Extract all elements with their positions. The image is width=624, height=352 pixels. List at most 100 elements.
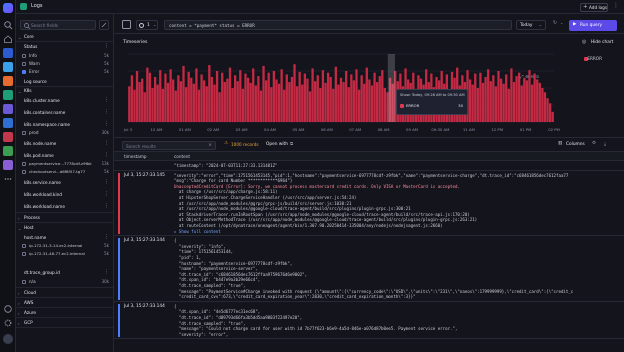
- chart-bar[interactable]: [156, 84, 159, 122]
- host-1-checkbox[interactable]: [22, 244, 26, 248]
- chart-bar[interactable]: [130, 75, 134, 122]
- chart-bar[interactable]: [347, 87, 350, 122]
- chart-bar[interactable]: [507, 88, 510, 122]
- facet-menu-icon[interactable]: ⋮: [104, 179, 109, 185]
- chart-bar[interactable]: [161, 88, 164, 122]
- chart-bar[interactable]: [497, 71, 500, 122]
- chart-bar[interactable]: [329, 76, 332, 122]
- namespace-prod-checkbox[interactable]: [22, 131, 26, 135]
- facet-k8s-namespace-name[interactable]: k8s.namespace.name: [24, 122, 70, 127]
- chart-bar[interactable]: [518, 72, 521, 122]
- chart-bar[interactable]: [319, 88, 322, 122]
- chart-bar[interactable]: [295, 86, 299, 122]
- chart-bar[interactable]: [494, 86, 498, 122]
- search-icon[interactable]: [3, 20, 13, 30]
- chart-bar[interactable]: [254, 85, 257, 122]
- chart-bar[interactable]: [252, 68, 255, 122]
- chart-bar[interactable]: [195, 68, 198, 122]
- chart-bar[interactable]: [502, 83, 505, 122]
- chart-bar[interactable]: [231, 88, 234, 122]
- chart-bar[interactable]: [311, 68, 314, 122]
- facet-menu-icon[interactable]: ⋮: [104, 109, 109, 115]
- chart-bar[interactable]: [272, 71, 276, 122]
- chart-bar[interactable]: [285, 74, 288, 122]
- chart-bar[interactable]: [179, 81, 183, 122]
- chart-bar[interactable]: [492, 75, 495, 122]
- chart-bar[interactable]: [530, 84, 534, 122]
- chart-bar[interactable]: [357, 89, 361, 122]
- edit-fields-icon[interactable]: [99, 20, 109, 30]
- chart-bar[interactable]: [177, 75, 180, 122]
- more-options-icon[interactable]: ⋮: [613, 2, 619, 9]
- facet-k8s-pod-name[interactable]: k8s.pod.name: [24, 153, 54, 158]
- facet-group-aws[interactable]: AWS: [24, 300, 33, 305]
- chart-bar[interactable]: [301, 84, 304, 122]
- search-fields-input[interactable]: Search fields: [20, 20, 96, 30]
- chart-bar[interactable]: [476, 88, 479, 122]
- chart-bar[interactable]: [200, 74, 203, 122]
- chart-bar[interactable]: [512, 82, 516, 122]
- problems-icon[interactable]: [3, 132, 13, 142]
- chart-bar[interactable]: [239, 70, 242, 122]
- columns-icon[interactable]: ▥: [558, 141, 562, 146]
- chart-bar[interactable]: [128, 86, 131, 122]
- chart-bar[interactable]: [215, 71, 219, 122]
- chart-bar[interactable]: [523, 77, 526, 122]
- facet-group-gcp[interactable]: GCP: [24, 320, 33, 325]
- chart-bar[interactable]: [267, 72, 270, 122]
- chart-bar[interactable]: [264, 80, 268, 122]
- chevron-right-icon[interactable]: ›: [18, 301, 20, 306]
- chart-bar[interactable]: [190, 77, 193, 122]
- chart-bar[interactable]: [345, 71, 348, 122]
- facet-menu-icon[interactable]: ⋮: [104, 152, 109, 158]
- logs-app-icon[interactable]: [3, 90, 13, 100]
- chart-bar[interactable]: [192, 83, 195, 122]
- chart-bar[interactable]: [481, 82, 485, 122]
- hide-chart-button[interactable]: ◎ Hide chart: [582, 39, 616, 47]
- chart-bar[interactable]: [543, 92, 547, 122]
- facet-menu-icon[interactable]: ⋮: [104, 203, 109, 209]
- sidebar-toggle-icon[interactable]: [122, 20, 131, 29]
- settings-icon[interactable]: [3, 318, 13, 328]
- chart-bar[interactable]: [223, 82, 226, 122]
- chart-bar[interactable]: [306, 78, 309, 122]
- chart-bar[interactable]: [365, 67, 368, 122]
- query-input[interactable]: content = *payment* status = ERROR: [164, 20, 512, 30]
- chart-bar[interactable]: [505, 74, 508, 122]
- chart-bar[interactable]: [138, 82, 141, 122]
- chart-bar[interactable]: [141, 78, 144, 122]
- chart-bar[interactable]: [135, 71, 139, 122]
- workflows-icon[interactable]: [3, 160, 13, 170]
- chart-bar[interactable]: [169, 69, 172, 122]
- chart-bar[interactable]: [174, 90, 177, 122]
- facet-k8s-cluster-name[interactable]: k8s.cluster.name: [24, 98, 60, 103]
- chart-bar[interactable]: [221, 72, 224, 122]
- log-row[interactable]: "timestamp": "2024-07-03T11:27:33.131481…: [114, 161, 624, 171]
- chart-bar[interactable]: [257, 76, 260, 122]
- chart-bar[interactable]: [541, 88, 544, 122]
- chart-bar[interactable]: [360, 75, 363, 122]
- filter-count-chip[interactable]: 1 ⌄: [136, 20, 158, 30]
- open-with-icon[interactable]: ⧉: [290, 141, 293, 147]
- chart-bar[interactable]: [548, 103, 552, 122]
- chart-bar[interactable]: [182, 65, 185, 122]
- trace-group-na-checkbox[interactable]: [22, 280, 26, 284]
- facet-menu-icon[interactable]: ⋮: [104, 43, 109, 49]
- chart-bar[interactable]: [373, 72, 376, 122]
- chart-bar[interactable]: [334, 66, 337, 122]
- chart-bar[interactable]: [489, 81, 492, 122]
- status-error-checkbox[interactable]: [22, 70, 26, 74]
- chart-bar[interactable]: [468, 79, 472, 123]
- notebooks-icon[interactable]: [3, 76, 13, 86]
- facet-group-azure[interactable]: Azure: [24, 310, 36, 315]
- chart-bar[interactable]: [143, 92, 146, 122]
- chart-bar[interactable]: [184, 87, 188, 122]
- chart-bar[interactable]: [538, 82, 541, 122]
- facet-k8s-workload-name[interactable]: k8s.workload.name: [24, 204, 65, 209]
- facet-menu-icon[interactable]: ⋮: [104, 269, 109, 275]
- chart-bar[interactable]: [471, 84, 474, 122]
- facet-log-source[interactable]: Log source: [24, 79, 47, 84]
- chart-bar[interactable]: [350, 74, 353, 122]
- chart-bar[interactable]: [210, 76, 214, 122]
- home-icon[interactable]: [3, 34, 13, 44]
